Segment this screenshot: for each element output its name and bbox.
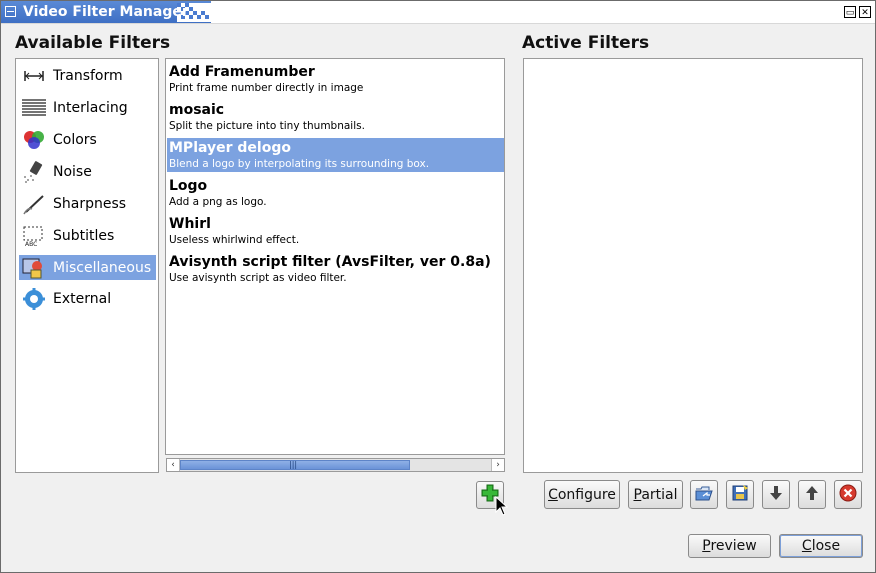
filter-name: Logo <box>169 178 208 194</box>
scrollbar-thumb[interactable]: ||| <box>180 460 410 470</box>
category-label: Sharpness <box>53 195 127 212</box>
noise-icon <box>22 160 46 183</box>
filter-name: Whirl <box>169 216 211 232</box>
chevron-right-icon: › <box>496 460 500 470</box>
filter-item-avisynth[interactable]: Avisynth script filter (AvsFilter, ver 0… <box>167 252 504 286</box>
save-icon <box>731 484 749 506</box>
scrollbar-grip: ||| <box>289 460 298 469</box>
filter-description: Split the picture into tiny thumbnails. <box>169 120 365 132</box>
category-label: Transform <box>53 67 123 84</box>
close-window-button[interactable]: ✕ <box>859 6 871 18</box>
mouse-pointer-icon <box>495 495 509 516</box>
close-icon: ✕ <box>861 8 869 18</box>
interlacing-icon <box>22 98 46 118</box>
filter-description: Use avisynth script as video filter. <box>169 272 347 284</box>
partial-button[interactable]: Partial <box>628 480 683 509</box>
filter-description: Add a png as logo. <box>169 196 267 208</box>
filter-item-mosaic[interactable]: mosaic Split the picture into tiny thumb… <box>167 100 504 134</box>
category-item-noise[interactable]: Noise <box>19 159 156 184</box>
preview-label: Preview <box>702 538 757 554</box>
category-item-colors[interactable]: Colors <box>19 127 156 152</box>
filter-name: MPlayer delogo <box>169 140 291 156</box>
category-label: Subtitles <box>53 227 115 244</box>
maximize-icon: ▭ <box>845 8 855 18</box>
filter-list-scrollbar[interactable]: ‹ ||| › <box>166 458 505 472</box>
category-item-external[interactable]: External <box>19 286 156 311</box>
partial-label: Partial <box>633 486 678 503</box>
category-item-sharpness[interactable]: Sharpness <box>19 191 156 216</box>
filter-item-whirl[interactable]: Whirl Useless whirlwind effect. <box>167 214 504 248</box>
category-item-interlacing[interactable]: Interlacing <box>19 95 156 120</box>
filter-name: Add Framenumber <box>169 64 315 80</box>
remove-filter-button[interactable] <box>834 480 862 509</box>
category-label: Miscellaneous <box>53 259 152 276</box>
remove-icon <box>839 484 857 506</box>
folder-open-icon <box>695 485 713 505</box>
arrow-up-icon <box>805 485 819 505</box>
filter-description: Useless whirlwind effect. <box>169 234 300 246</box>
configure-button[interactable]: Configure <box>544 480 620 509</box>
filter-item-add-framenumber[interactable]: Add Framenumber Print frame number direc… <box>167 62 504 96</box>
video-filter-manager-window: Video Filter Manager ▭ ✕ Available Filte… <box>0 0 876 573</box>
category-label: Colors <box>53 131 97 148</box>
configure-label: Configure <box>548 486 616 503</box>
move-down-button[interactable] <box>762 480 790 509</box>
category-item-transform[interactable]: Transform <box>19 63 156 88</box>
available-filters-heading: Available Filters <box>15 33 171 53</box>
active-filters-heading: Active Filters <box>522 33 650 53</box>
colors-icon <box>22 130 46 150</box>
window-menu-icon[interactable] <box>5 6 16 17</box>
sharpness-icon <box>22 194 46 214</box>
close-button[interactable]: Close <box>779 534 863 558</box>
filter-name: mosaic <box>169 102 225 118</box>
maximize-button[interactable]: ▭ <box>844 6 856 18</box>
active-filter-list[interactable] <box>523 58 863 473</box>
category-label: External <box>53 290 112 307</box>
transform-icon <box>22 66 46 86</box>
save-button[interactable] <box>726 480 754 509</box>
chevron-left-icon: ‹ <box>171 460 175 470</box>
category-label: Interlacing <box>53 99 128 116</box>
external-icon <box>22 287 46 310</box>
title-bar[interactable]: Video Filter Manager ▭ ✕ <box>1 1 875 24</box>
category-label: Noise <box>53 163 92 180</box>
filter-description: Print frame number directly in image <box>169 82 364 94</box>
filter-item-mplayer-delogo[interactable]: MPlayer delogo Blend a logo by interpola… <box>167 138 504 172</box>
subtitles-icon: ABC <box>22 226 46 247</box>
open-button[interactable] <box>690 480 718 509</box>
window-title: Video Filter Manager <box>23 4 189 20</box>
move-up-button[interactable] <box>798 480 826 509</box>
category-item-miscellaneous[interactable]: Miscellaneous <box>19 255 156 280</box>
filter-list[interactable]: Add Framenumber Print frame number direc… <box>165 58 505 455</box>
scroll-left-button[interactable]: ‹ <box>167 459 180 471</box>
category-list[interactable]: Transform Interlacing Colors Noise Sharp… <box>15 58 159 473</box>
filter-name: Avisynth script filter (AvsFilter, ver 0… <box>169 254 491 270</box>
arrow-down-icon <box>769 485 783 505</box>
miscellaneous-icon <box>22 258 46 278</box>
preview-button[interactable]: Preview <box>688 534 771 558</box>
filter-description: Blend a logo by interpolating its surrou… <box>169 158 430 170</box>
svg-text:ABC: ABC <box>25 241 37 247</box>
category-item-subtitles[interactable]: ABC Subtitles <box>19 223 156 248</box>
filter-item-logo[interactable]: Logo Add a png as logo. <box>167 176 504 210</box>
close-label: Close <box>801 538 841 554</box>
scroll-right-button[interactable]: › <box>491 459 504 471</box>
